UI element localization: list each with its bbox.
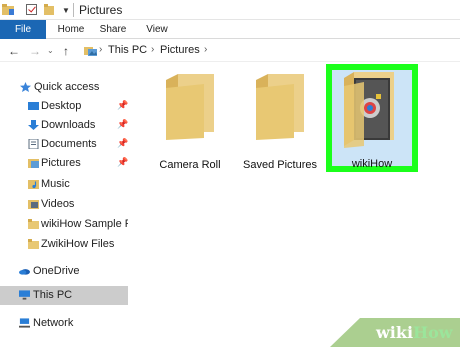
sidebar-item-documents[interactable]: Documents 📌: [0, 135, 128, 154]
sidebar-item-desktop[interactable]: Desktop 📌: [0, 97, 128, 116]
sidebar-item-label: This PC: [33, 289, 73, 301]
videos-icon: [28, 200, 39, 209]
desktop-icon: [28, 102, 39, 110]
new-folder-icon[interactable]: [44, 4, 54, 15]
folder-icon: [256, 74, 304, 140]
wikihow-watermark: wikiHow: [330, 318, 460, 347]
folder-wikihow[interactable]: wikiHow: [326, 64, 418, 172]
documents-icon: [28, 139, 39, 149]
folder-icon: [2, 4, 14, 15]
sidebar-item-quick-access[interactable]: Quick access: [0, 78, 128, 97]
folder-with-image-icon: [344, 72, 394, 148]
sidebar-item-network[interactable]: Network: [0, 314, 128, 333]
folder-icon: [28, 239, 39, 249]
folder-camera-roll[interactable]: Camera Roll: [152, 70, 228, 171]
sidebar-item-label: Quick access: [34, 81, 100, 93]
sidebar-item-zwikihow-files[interactable]: ZwikiHow Files: [0, 235, 128, 254]
sidebar-item-label: Downloads: [41, 119, 96, 131]
pin-icon[interactable]: 📌: [117, 138, 128, 149]
forward-arrow-icon[interactable]: →: [29, 44, 41, 58]
tab-view[interactable]: View: [140, 20, 174, 39]
watermark-text: wikiHow: [376, 323, 453, 342]
sidebar-item-label: Music: [41, 178, 70, 190]
pin-icon[interactable]: 📌: [117, 119, 128, 130]
back-arrow-icon[interactable]: ←: [8, 44, 20, 58]
quick-access-toolbar-dropdown[interactable]: ▼: [62, 6, 70, 15]
folder-saved-pictures[interactable]: Saved Pictures: [242, 70, 318, 171]
properties-check-icon[interactable]: [26, 4, 37, 15]
recent-locations-chevron-icon[interactable]: ⌄: [47, 46, 54, 55]
sidebar-item-label: OneDrive: [33, 265, 80, 277]
pin-icon[interactable]: 📌: [117, 100, 128, 111]
sidebar-item-this-pc[interactable]: This PC: [0, 286, 128, 305]
music-icon: [28, 180, 39, 189]
title-divider: [73, 3, 74, 17]
title-bar: ▼ Pictures: [0, 0, 460, 20]
navigation-pane: Quick access Desktop 📌 Downloads 📌 Docum…: [0, 62, 148, 347]
breadcrumb-chevron-icon: ›: [99, 44, 103, 55]
sidebar-item-videos[interactable]: Videos: [0, 195, 128, 214]
pin-icon[interactable]: 📌: [117, 157, 128, 168]
onedrive-icon: [19, 269, 30, 275]
sidebar-item-music[interactable]: Music: [0, 175, 128, 194]
address-bar: ← → ⌄ ↑ › This PC › Pictures ›: [0, 40, 460, 62]
sidebar-item-label: Desktop: [41, 100, 82, 112]
folder-icon: [166, 74, 214, 140]
folder-name: wikiHow: [351, 158, 393, 170]
window-title: Pictures: [79, 3, 123, 17]
sidebar-item-label: Pictures: [41, 157, 81, 169]
downloads-icon: [28, 120, 39, 130]
tab-file[interactable]: File: [0, 20, 46, 39]
breadcrumb-this-pc[interactable]: This PC: [108, 44, 147, 56]
sidebar-item-onedrive[interactable]: OneDrive: [0, 262, 128, 281]
tab-home[interactable]: Home: [54, 20, 88, 39]
tab-share[interactable]: Share: [96, 20, 130, 39]
sidebar-item-label: Network: [33, 317, 74, 329]
folder-name: Saved Pictures: [243, 159, 317, 171]
ribbon-tabs: File Home Share View: [0, 20, 460, 39]
up-arrow-icon[interactable]: ↑: [63, 44, 69, 58]
folder-icon: [28, 219, 39, 229]
pictures-location-icon: [84, 47, 97, 56]
breadcrumb-chevron-icon[interactable]: ›: [204, 44, 207, 55]
this-pc-icon: [19, 290, 30, 300]
folder-name: Camera Roll: [159, 159, 221, 171]
sidebar-item-wikihow-sample-files[interactable]: wikiHow Sample Files: [0, 215, 148, 234]
breadcrumb-pictures[interactable]: Pictures: [160, 44, 200, 56]
network-icon: [19, 318, 30, 328]
pictures-icon: [28, 159, 39, 168]
sidebar-item-label: Documents: [41, 138, 97, 150]
star-icon: [20, 82, 31, 92]
sidebar-item-label: Videos: [41, 198, 75, 210]
sidebar-item-downloads[interactable]: Downloads 📌: [0, 116, 128, 135]
sidebar-item-pictures[interactable]: Pictures 📌: [0, 154, 128, 173]
sidebar-item-label: ZwikiHow Files: [41, 238, 115, 250]
file-view: Camera Roll Saved Pictures wikiHow: [128, 62, 460, 347]
breadcrumb-chevron-icon: ›: [151, 44, 155, 55]
